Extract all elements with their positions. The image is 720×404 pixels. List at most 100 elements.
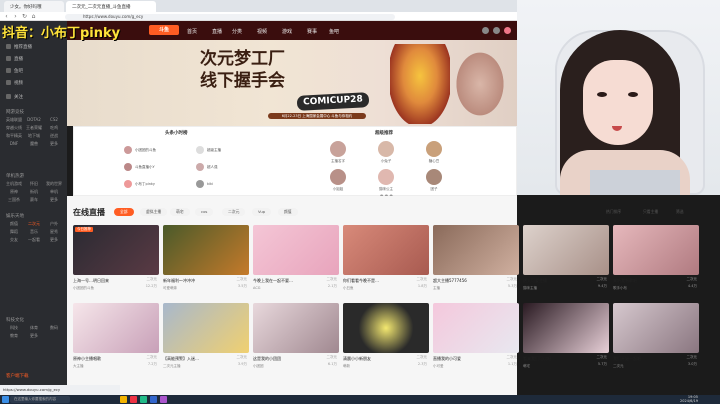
filter-chip[interactable]: 萌宅 [170, 208, 190, 216]
rank-item[interactable]: 超人强 [196, 163, 218, 171]
rank-item[interactable]: 超级主播 [196, 146, 221, 154]
browser-tab[interactable]: 少女。你好吗哦 [4, 1, 64, 12]
sidebar-cat[interactable]: 户外 [44, 220, 64, 228]
sidebar-cat[interactable]: 更多 [24, 332, 44, 340]
filter-chip[interactable]: 二次元 [222, 208, 246, 216]
history-icon[interactable] [482, 27, 489, 34]
live-card[interactable]: 原神小主播唱歌 大主播 二次元 7.2万 [73, 303, 159, 378]
sidebar-cat[interactable]: 舞蹈 [4, 228, 24, 236]
live-card[interactable]: 新年福利～冲冲冲 可爱萌妹 二次元 3.5万 [163, 225, 249, 300]
client-download-link[interactable]: 客户端下载 [6, 373, 29, 379]
sidebar-cat[interactable]: 主机游戏 [4, 180, 24, 188]
rank-item[interactable]: kiki [196, 180, 213, 188]
recommend-up[interactable]: 主播名字 [327, 141, 349, 164]
sidebar-cat-active[interactable]: 二次元 [24, 220, 44, 228]
sidebar-cat[interactable]: DOTA2 [24, 116, 44, 124]
filter-chip[interactable]: Vup [252, 208, 272, 216]
nav-category[interactable]: 分类 [232, 28, 242, 35]
live-card[interactable]: 今晚上我在一起不要… ACG 二次元 2.1万 [253, 225, 339, 300]
sidebar-cat[interactable]: 交友 [4, 236, 24, 244]
sidebar-cat[interactable]: 怀旧 [24, 180, 44, 188]
nav-fishbar[interactable]: 鱼吧 [329, 28, 339, 35]
sidebar-cat[interactable]: 地下城 [24, 132, 44, 140]
home-icon[interactable]: ⌂ [30, 13, 37, 20]
live-card[interactable]: 看来我们可以吗 萌宅 二次元 5.7万 [523, 303, 609, 378]
live-card[interactable]: 直播我的小可爱 小可爱 二次元 1.1万 [433, 303, 519, 378]
sidebar-cat[interactable]: 赛车 [24, 196, 44, 204]
filter-button[interactable]: 筛选 [676, 209, 684, 215]
sidebar-cat[interactable]: 街机 [24, 188, 44, 196]
sidebar-cat[interactable]: 教育 [4, 332, 24, 340]
live-card[interactable]: 【高能预警】入迷… 二次元主播 二次元 3.9万 [163, 303, 249, 378]
refresh-icon[interactable]: ↻ [21, 13, 28, 20]
back-icon[interactable]: ‹ [3, 13, 10, 20]
app-icon[interactable] [150, 396, 157, 403]
sidebar-cat[interactable]: CS2 [44, 116, 64, 124]
sidebar-item-live[interactable]: 直播 [6, 56, 23, 62]
sidebar-cat[interactable]: 逆战 [44, 132, 64, 140]
sidebar-cat[interactable]: 和平精英 [4, 132, 24, 140]
sidebar-cat[interactable]: 我的世界 [44, 180, 64, 188]
recommend-up[interactable]: 猫咪公主 [375, 169, 397, 192]
avatar[interactable] [504, 27, 511, 34]
live-card[interactable]: 你们看看今晚不是… 小丑鱼 二次元 1.8万 [343, 225, 429, 300]
sidebar-cat[interactable]: 魔兽 [24, 140, 44, 148]
windows-start-icon[interactable] [2, 396, 9, 403]
sidebar-cat[interactable]: 原神 [4, 188, 24, 196]
live-card[interactable]: 清晨小小新朋友 萌新 二次元 2.3万 [343, 303, 429, 378]
sidebar-cat[interactable]: 星秀 [44, 228, 64, 236]
url-field[interactable]: https://www.douyu.com/g_ecy [65, 14, 395, 20]
nav-video[interactable]: 视频 [257, 28, 267, 35]
recommend-up[interactable]: 糖心豆 [423, 141, 445, 164]
sidebar-cat[interactable]: 王者荣耀 [24, 124, 44, 132]
sidebar-cat[interactable]: 体育 [24, 324, 44, 332]
sidebar-cat[interactable]: 更多 [44, 236, 64, 244]
app-icon[interactable] [160, 396, 167, 403]
taskbar-clock[interactable]: 19:05 2024/6/19 [680, 395, 698, 403]
browser-tab-active[interactable]: 二次元_二次元直播_斗鱼直播 [66, 1, 156, 12]
hourly-rank-title[interactable]: 头条小时榜 [165, 130, 188, 136]
nav-match[interactable]: 赛事 [307, 28, 317, 35]
live-card[interactable]: 进入可爱主播 猫咪主播 二次元 9.4万 [523, 225, 609, 300]
sidebar-cat[interactable]: 更多 [44, 196, 64, 204]
sidebar-item-recommend[interactable]: 推荐直播 [6, 44, 32, 50]
sort-hot[interactable]: 热门排序 [606, 209, 621, 215]
sidebar-item-video[interactable]: 视频 [6, 80, 23, 86]
rank-item[interactable]: 小团团的斗鱼 [124, 146, 156, 154]
recommend-up[interactable]: 团子 [423, 169, 445, 192]
nav-live[interactable]: 直播 [212, 28, 222, 35]
sidebar-cat[interactable]: 数码 [44, 324, 64, 332]
sidebar-cat[interactable]: 科技 [4, 324, 24, 332]
sidebar-cat[interactable]: 颜值 [4, 220, 24, 228]
live-card[interactable]: 这是我的小团团 小团团 二次元 6.1万 [253, 303, 339, 378]
filter-chip-active[interactable]: 全部 [114, 208, 134, 216]
sidebar-cat[interactable]: DNF [4, 140, 24, 148]
folder-icon[interactable] [120, 396, 127, 403]
sidebar-cat[interactable]: 吃鸡 [44, 124, 64, 132]
filter-chip[interactable]: 虚拟主播 [140, 208, 168, 216]
live-card[interactable]: 我们开始一起吧 二次元 二次元 3.0万 [613, 303, 699, 378]
sidebar-cat[interactable]: 三国杀 [4, 196, 24, 204]
live-card[interactable]: 超大主播5777456 主播 二次元 5.3万 [433, 225, 519, 300]
sidebar-cat[interactable]: 音乐 [24, 228, 44, 236]
sidebar-cat[interactable]: 英雄联盟 [4, 116, 24, 124]
taskbar-search[interactable]: 在这里输入你要搜索的内容 [10, 396, 70, 403]
nav-game[interactable]: 游戏 [282, 28, 292, 35]
site-logo[interactable]: 斗鱼 [149, 25, 179, 35]
forward-icon[interactable]: › [12, 13, 19, 20]
rank-item[interactable]: 小布丁pinky [124, 180, 155, 188]
rank-item[interactable]: 斗鱼直播小Y [124, 163, 155, 171]
sidebar-item-fishbar[interactable]: 鱼吧 [6, 68, 23, 74]
sidebar-cat[interactable]: 穿越火线 [4, 124, 24, 132]
sidebar-cat[interactable]: 单机 [44, 188, 64, 196]
sidebar-item-follow[interactable]: 关注 [6, 94, 23, 100]
recommend-up[interactable]: 小兔子 [375, 141, 397, 164]
follow-icon[interactable] [493, 27, 500, 34]
filter-chip[interactable]: cos [195, 208, 214, 216]
sidebar-cat[interactable]: 更多 [44, 140, 64, 148]
browser-icon[interactable] [140, 396, 147, 403]
only-streamer-toggle[interactable]: 只看主播 [643, 209, 658, 215]
live-card[interactable]: 今日推荐 上海一号…明日回来 小团团的斗鱼 二次元 12.2万 [73, 225, 159, 300]
live-card[interactable]: 来听我唱歌吧 歌手小布 二次元 4.4万 [613, 225, 699, 300]
app-icon[interactable] [130, 396, 137, 403]
